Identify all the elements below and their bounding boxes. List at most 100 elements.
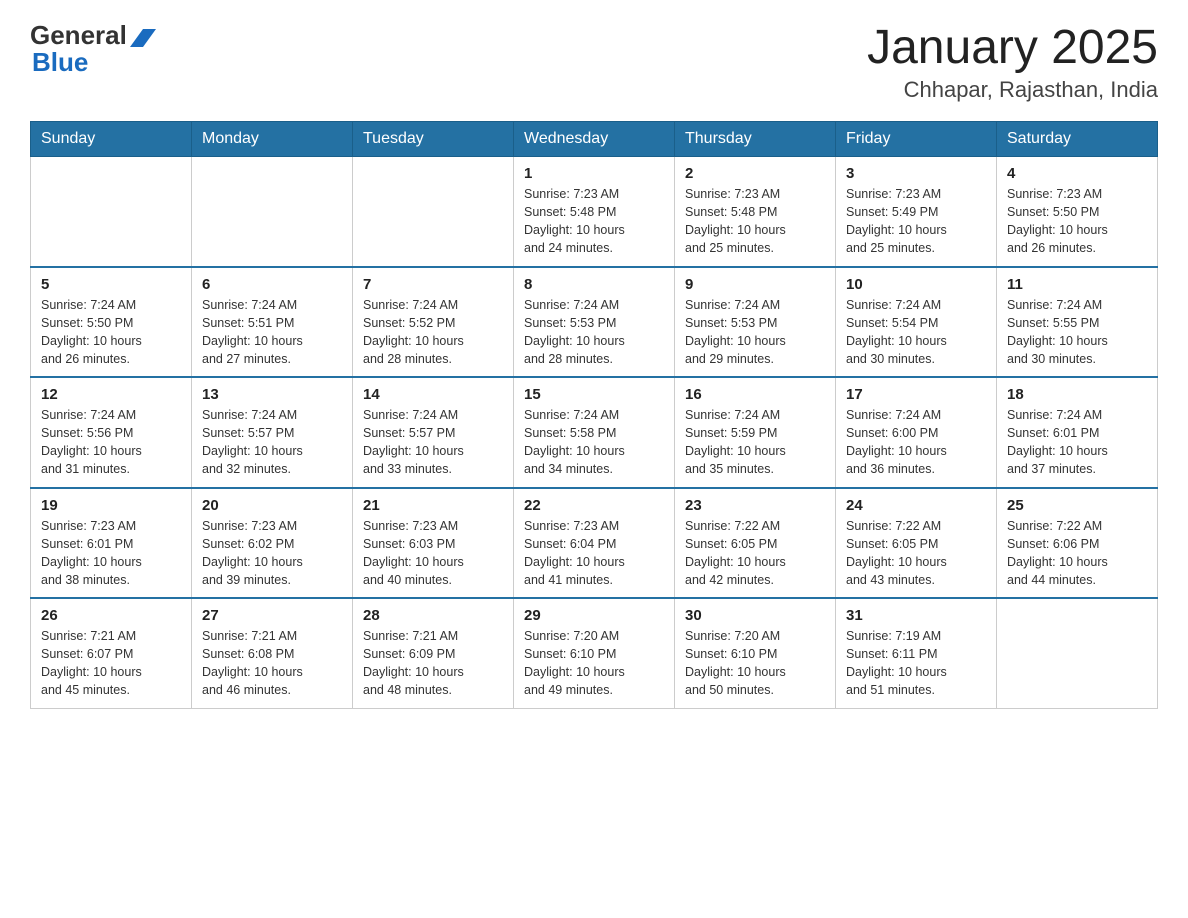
day-info: Sunrise: 7:24 AM Sunset: 6:01 PM Dayligh…	[1007, 406, 1147, 479]
day-info: Sunrise: 7:20 AM Sunset: 6:10 PM Dayligh…	[524, 627, 664, 700]
calendar-cell: 26 Sunrise: 7:21 AM Sunset: 6:07 PM Dayli…	[31, 598, 192, 708]
day-number: 19	[41, 497, 181, 514]
calendar-cell: 12 Sunrise: 7:24 AM Sunset: 5:56 PM Dayli…	[31, 377, 192, 488]
calendar-cell: 4 Sunrise: 7:23 AM Sunset: 5:50 PM Daylig…	[997, 157, 1158, 267]
day-number: 21	[363, 497, 503, 514]
col-wednesday: Wednesday	[514, 122, 675, 157]
day-number: 5	[41, 276, 181, 293]
calendar-cell: 2Sunrise: 7:23 AM Sunset: 5:48 PM Daylig…	[675, 157, 836, 267]
calendar-cell: 3Sunrise: 7:23 AM Sunset: 5:49 PM Daylig…	[836, 157, 997, 267]
day-number: 13	[202, 386, 342, 403]
day-number: 18	[1007, 386, 1147, 403]
calendar-cell: 22 Sunrise: 7:23 AM Sunset: 6:04 PM Dayli…	[514, 488, 675, 599]
day-info: Sunrise: 7:24 AM Sunset: 5:55 PM Dayligh…	[1007, 296, 1147, 369]
day-info: Sunrise: 7:24 AM Sunset: 6:00 PM Dayligh…	[846, 406, 986, 479]
day-number: 29	[524, 607, 664, 624]
day-info: Sunrise: 7:24 AM Sunset: 5:59 PM Dayligh…	[685, 406, 825, 479]
day-info: Sunrise: 7:23 AM Sunset: 5:50 PM Dayligh…	[1007, 185, 1147, 258]
day-number: 7	[363, 276, 503, 293]
calendar-cell: 5 Sunrise: 7:24 AM Sunset: 5:50 PM Daylig…	[31, 267, 192, 378]
calendar-cell: 6 Sunrise: 7:24 AM Sunset: 5:51 PM Daylig…	[192, 267, 353, 378]
day-number: 12	[41, 386, 181, 403]
col-saturday: Saturday	[997, 122, 1158, 157]
logo: General Blue	[30, 20, 156, 78]
calendar-cell: 27 Sunrise: 7:21 AM Sunset: 6:08 PM Dayli…	[192, 598, 353, 708]
day-number: 1	[524, 165, 664, 182]
day-info: Sunrise: 7:24 AM Sunset: 5:50 PM Dayligh…	[41, 296, 181, 369]
day-info: Sunrise: 7:23 AM Sunset: 6:04 PM Dayligh…	[524, 517, 664, 590]
day-info: Sunrise: 7:24 AM Sunset: 5:57 PM Dayligh…	[363, 406, 503, 479]
day-info: Sunrise: 7:24 AM Sunset: 5:57 PM Dayligh…	[202, 406, 342, 479]
day-info: Sunrise: 7:21 AM Sunset: 6:09 PM Dayligh…	[363, 627, 503, 700]
page-header: General Blue January 2025 Chhapar, Rajas…	[30, 20, 1158, 103]
week-row-3: 12 Sunrise: 7:24 AM Sunset: 5:56 PM Dayli…	[31, 377, 1158, 488]
day-number: 11	[1007, 276, 1147, 293]
calendar-cell	[997, 598, 1158, 708]
calendar-cell: 24 Sunrise: 7:22 AM Sunset: 6:05 PM Dayli…	[836, 488, 997, 599]
day-info: Sunrise: 7:24 AM Sunset: 5:53 PM Dayligh…	[524, 296, 664, 369]
day-number: 24	[846, 497, 986, 514]
week-row-4: 19 Sunrise: 7:23 AM Sunset: 6:01 PM Dayli…	[31, 488, 1158, 599]
day-number: 9	[685, 276, 825, 293]
day-number: 3	[846, 165, 986, 182]
day-info: Sunrise: 7:23 AM Sunset: 6:03 PM Dayligh…	[363, 517, 503, 590]
day-number: 4	[1007, 165, 1147, 182]
day-info: Sunrise: 7:24 AM Sunset: 5:58 PM Dayligh…	[524, 406, 664, 479]
day-info: Sunrise: 7:23 AM Sunset: 5:48 PM Dayligh…	[685, 185, 825, 258]
calendar-cell	[353, 157, 514, 267]
col-sunday: Sunday	[31, 122, 192, 157]
day-number: 14	[363, 386, 503, 403]
calendar-cell: 17 Sunrise: 7:24 AM Sunset: 6:00 PM Dayli…	[836, 377, 997, 488]
day-number: 26	[41, 607, 181, 624]
calendar-cell: 19 Sunrise: 7:23 AM Sunset: 6:01 PM Dayli…	[31, 488, 192, 599]
calendar-cell: 28 Sunrise: 7:21 AM Sunset: 6:09 PM Dayli…	[353, 598, 514, 708]
calendar-cell: 31 Sunrise: 7:19 AM Sunset: 6:11 PM Dayli…	[836, 598, 997, 708]
col-monday: Monday	[192, 122, 353, 157]
calendar-cell: 23Sunrise: 7:22 AM Sunset: 6:05 PM Dayli…	[675, 488, 836, 599]
day-info: Sunrise: 7:21 AM Sunset: 6:07 PM Dayligh…	[41, 627, 181, 700]
day-info: Sunrise: 7:24 AM Sunset: 5:51 PM Dayligh…	[202, 296, 342, 369]
day-info: Sunrise: 7:23 AM Sunset: 5:48 PM Dayligh…	[524, 185, 664, 258]
calendar-cell: 7 Sunrise: 7:24 AM Sunset: 5:52 PM Daylig…	[353, 267, 514, 378]
calendar-table: Sunday Monday Tuesday Wednesday Thursday…	[30, 121, 1158, 709]
day-info: Sunrise: 7:22 AM Sunset: 6:05 PM Dayligh…	[846, 517, 986, 590]
day-info: Sunrise: 7:20 AM Sunset: 6:10 PM Dayligh…	[685, 627, 825, 700]
day-number: 6	[202, 276, 342, 293]
day-number: 10	[846, 276, 986, 293]
day-info: Sunrise: 7:24 AM Sunset: 5:52 PM Dayligh…	[363, 296, 503, 369]
day-number: 15	[524, 386, 664, 403]
day-info: Sunrise: 7:24 AM Sunset: 5:54 PM Dayligh…	[846, 296, 986, 369]
day-info: Sunrise: 7:22 AM Sunset: 6:06 PM Dayligh…	[1007, 517, 1147, 590]
day-number: 27	[202, 607, 342, 624]
week-row-2: 5 Sunrise: 7:24 AM Sunset: 5:50 PM Daylig…	[31, 267, 1158, 378]
day-info: Sunrise: 7:23 AM Sunset: 6:01 PM Dayligh…	[41, 517, 181, 590]
week-row-5: 26 Sunrise: 7:21 AM Sunset: 6:07 PM Dayli…	[31, 598, 1158, 708]
col-tuesday: Tuesday	[353, 122, 514, 157]
month-title: January 2025	[867, 20, 1158, 75]
day-number: 17	[846, 386, 986, 403]
calendar-cell: 1 Sunrise: 7:23 AM Sunset: 5:48 PM Daylig…	[514, 157, 675, 267]
day-info: Sunrise: 7:21 AM Sunset: 6:08 PM Dayligh…	[202, 627, 342, 700]
day-number: 28	[363, 607, 503, 624]
week-row-1: 1 Sunrise: 7:23 AM Sunset: 5:48 PM Daylig…	[31, 157, 1158, 267]
day-info: Sunrise: 7:23 AM Sunset: 6:02 PM Dayligh…	[202, 517, 342, 590]
day-info: Sunrise: 7:24 AM Sunset: 5:56 PM Dayligh…	[41, 406, 181, 479]
day-info: Sunrise: 7:19 AM Sunset: 6:11 PM Dayligh…	[846, 627, 986, 700]
header-row: Sunday Monday Tuesday Wednesday Thursday…	[31, 122, 1158, 157]
calendar-cell: 18 Sunrise: 7:24 AM Sunset: 6:01 PM Dayli…	[997, 377, 1158, 488]
calendar-cell: 14 Sunrise: 7:24 AM Sunset: 5:57 PM Dayli…	[353, 377, 514, 488]
col-thursday: Thursday	[675, 122, 836, 157]
calendar-cell: 13 Sunrise: 7:24 AM Sunset: 5:57 PM Dayli…	[192, 377, 353, 488]
logo-blue-text: Blue	[32, 47, 88, 77]
calendar-cell	[31, 157, 192, 267]
day-number: 22	[524, 497, 664, 514]
day-number: 8	[524, 276, 664, 293]
calendar-cell: 25Sunrise: 7:22 AM Sunset: 6:06 PM Dayli…	[997, 488, 1158, 599]
calendar-cell: 8 Sunrise: 7:24 AM Sunset: 5:53 PM Daylig…	[514, 267, 675, 378]
day-number: 31	[846, 607, 986, 624]
day-info: Sunrise: 7:24 AM Sunset: 5:53 PM Dayligh…	[685, 296, 825, 369]
col-friday: Friday	[836, 122, 997, 157]
calendar-cell: 16Sunrise: 7:24 AM Sunset: 5:59 PM Dayli…	[675, 377, 836, 488]
day-number: 30	[685, 607, 825, 624]
calendar-cell: 10 Sunrise: 7:24 AM Sunset: 5:54 PM Dayli…	[836, 267, 997, 378]
